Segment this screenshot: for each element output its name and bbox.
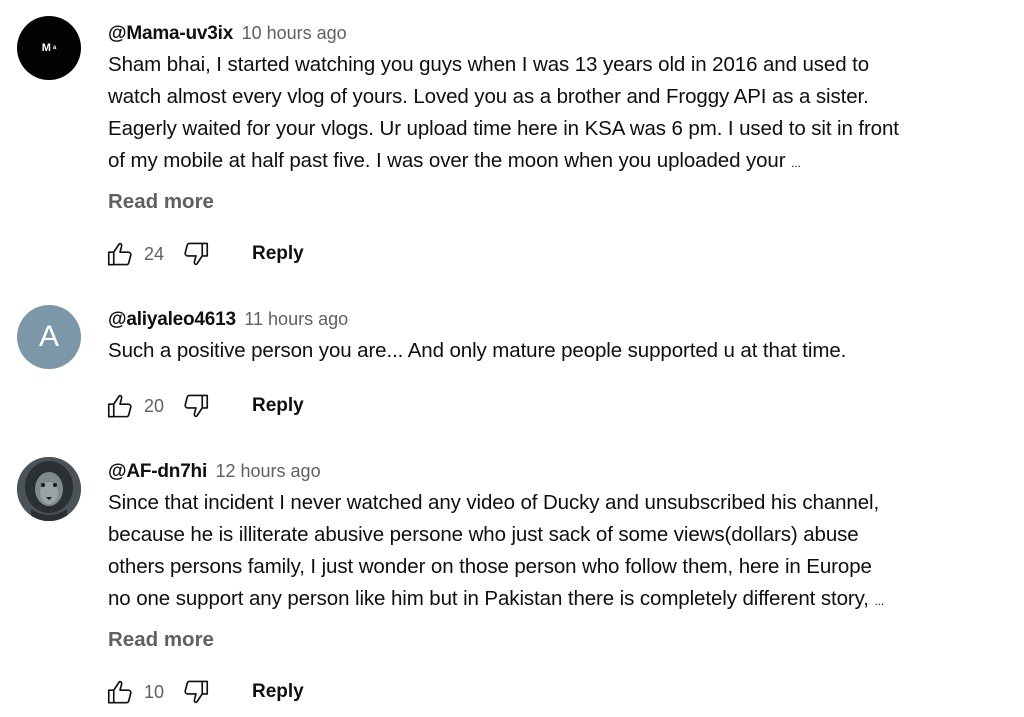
comment-line-text: of my mobile at half past five. I was ov… xyxy=(108,149,786,172)
reply-button[interactable]: Reply xyxy=(252,395,304,417)
author-name[interactable]: @AF-dn7hi xyxy=(108,461,207,482)
avatar[interactable]: Ma xyxy=(17,16,81,80)
comment-line: because he is illiterate abusive persone… xyxy=(108,523,859,546)
like-count: 10 xyxy=(144,681,165,702)
comment-toolbar: 20 Reply xyxy=(104,388,304,424)
read-more-button[interactable]: Read more xyxy=(108,187,994,217)
timestamp[interactable]: 12 hours ago xyxy=(216,461,321,481)
comment-line: others persons family, I just wonder on … xyxy=(108,555,872,578)
comment-header: @aliyaleo4613 11 hours ago xyxy=(108,306,994,332)
comment-line: Such a positive person you are... And on… xyxy=(108,339,847,362)
ellipsis: ... xyxy=(874,594,885,608)
comment-line: Since that incident I never watched any … xyxy=(108,491,880,514)
dislike-button[interactable] xyxy=(180,676,212,708)
thumbs-down-icon xyxy=(184,394,209,418)
comment-line: watch almost every vlog of yours. Loved … xyxy=(108,85,869,108)
author-name[interactable]: @Mama-uv3ix xyxy=(108,23,233,44)
like-button[interactable] xyxy=(104,676,136,708)
timestamp[interactable]: 11 hours ago xyxy=(244,309,348,329)
thumbs-up-icon xyxy=(107,680,132,704)
comment-toolbar: 10 Reply xyxy=(104,674,304,710)
reply-button[interactable]: Reply xyxy=(252,243,304,265)
lion-avatar-icon xyxy=(17,457,81,521)
thumbs-down-icon xyxy=(184,680,209,704)
like-count: 20 xyxy=(144,395,165,416)
comment-header: @AF-dn7hi 12 hours ago xyxy=(108,458,994,484)
like-button[interactable] xyxy=(104,390,136,422)
dislike-button[interactable] xyxy=(180,238,212,270)
thumbs-up-icon xyxy=(107,394,132,418)
ellipsis: ... xyxy=(791,156,801,170)
comment-line: Eagerly waited for your vlogs. Ur upload… xyxy=(108,117,899,140)
comment-line: Sham bhai, I started watching you guys w… xyxy=(108,53,870,76)
dislike-button[interactable] xyxy=(180,390,212,422)
avatar-initial: A xyxy=(38,320,59,353)
like-button[interactable] xyxy=(104,238,136,270)
like-count: 24 xyxy=(144,243,165,264)
comment-line: no one support any person like him but i… xyxy=(108,583,994,617)
avatar[interactable] xyxy=(17,457,81,521)
comment-header: @Mama-uv3ix 10 hours ago xyxy=(108,20,994,46)
comment-text: Since that incident I never watched any … xyxy=(108,487,994,617)
thumbs-up-icon xyxy=(107,242,132,266)
comment-text: Sham bhai, I started watching you guys w… xyxy=(108,49,994,179)
thumbs-down-icon xyxy=(184,242,209,266)
reply-button[interactable]: Reply xyxy=(252,681,304,703)
timestamp[interactable]: 10 hours ago xyxy=(242,23,347,43)
read-more-button[interactable]: Read more xyxy=(108,625,994,655)
comment-toolbar: 24 Reply xyxy=(104,236,304,272)
comment-line: of my mobile at half past five. I was ov… xyxy=(108,145,994,179)
author-name[interactable]: @aliyaleo4613 xyxy=(108,309,236,330)
comment-text: Such a positive person you are... And on… xyxy=(108,335,994,367)
avatar-superscript: a xyxy=(52,45,57,51)
avatar[interactable]: A xyxy=(17,305,81,369)
avatar-initial: M xyxy=(41,42,51,54)
comment-line-text: no one support any person like him but i… xyxy=(108,587,869,610)
